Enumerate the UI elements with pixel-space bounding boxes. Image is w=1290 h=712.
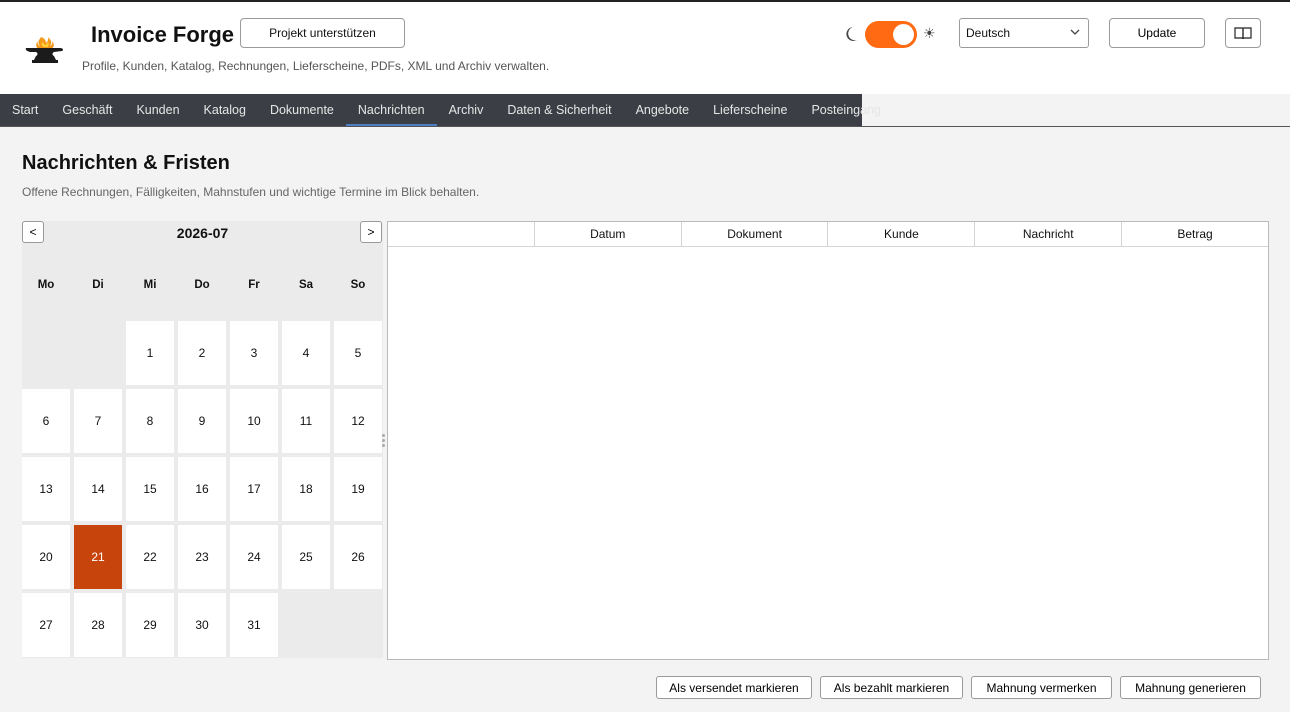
calendar-day[interactable]: 12 — [334, 389, 382, 453]
app-title: Invoice Forge — [91, 22, 235, 47]
anvil-logo-icon — [25, 37, 64, 63]
page-subtitle: Offene Rechnungen, Fälligkeiten, Mahnstu… — [22, 185, 480, 199]
toggle-knob — [893, 24, 914, 45]
tab-nachrichten[interactable]: Nachrichten — [345, 94, 437, 126]
messages-table: Datum Dokument Kunde Nachricht Betrag — [387, 221, 1269, 660]
tab-katalog[interactable]: Katalog — [192, 94, 258, 126]
tab-kunden[interactable]: Kunden — [124, 94, 191, 126]
manual-book-button[interactable] — [1225, 18, 1261, 48]
calendar-day[interactable]: 30 — [178, 593, 226, 657]
calendar-day[interactable]: 28 — [74, 593, 122, 657]
calendar-day[interactable]: 20 — [22, 525, 70, 589]
app-header: Invoice Forge Projekt unterstützen Profi… — [0, 2, 1290, 94]
tab-angebote[interactable]: Angebote — [624, 94, 702, 126]
calendar-day[interactable]: 7 — [74, 389, 122, 453]
main-tab-bar: Start Geschäft Kunden Katalog Dokumente Nachr… — [0, 94, 881, 126]
language-select[interactable]: Deutsch — [959, 18, 1089, 48]
table-header: Datum Dokument Kunde Nachricht Betrag — [388, 222, 1268, 247]
column-header[interactable]: Datum — [533, 222, 681, 246]
calendar-day[interactable]: 17 — [230, 457, 278, 521]
calendar-day[interactable]: 26 — [334, 525, 382, 589]
column-header[interactable]: Betrag — [1121, 222, 1268, 246]
tab-geschäft[interactable]: Geschäft — [50, 94, 124, 126]
weekday-label: Mi — [143, 279, 157, 291]
calendar-day[interactable]: 27 — [22, 593, 70, 657]
book-icon — [1234, 27, 1252, 40]
support-project-button[interactable]: Projekt unterstützen — [240, 18, 405, 48]
sun-icon: ☀ — [923, 26, 936, 42]
calendar-day[interactable]: 19 — [334, 457, 382, 521]
column-header[interactable]: Nachricht — [974, 222, 1121, 246]
column-header[interactable] — [388, 222, 534, 246]
app-subtitle: Profile, Kunden, Katalog, Rechnungen, Li… — [82, 59, 550, 73]
tab-archiv[interactable]: Archiv — [437, 94, 496, 126]
mark-sent-button[interactable]: Als versendet markieren — [656, 676, 812, 699]
calendar-day[interactable]: 2 — [178, 321, 226, 385]
calendar-day[interactable]: 15 — [126, 457, 174, 521]
weekday-label: Sa — [298, 279, 314, 291]
tab-start[interactable]: Start — [0, 94, 50, 126]
calendar-day[interactable]: 5 — [334, 321, 382, 385]
weekday-label: Mo — [37, 279, 55, 291]
calendar-day[interactable]: 13 — [22, 457, 70, 521]
calendar-day[interactable]: 25 — [282, 525, 330, 589]
calendar-day[interactable]: 10 — [230, 389, 278, 453]
calendar-day[interactable]: 29 — [126, 593, 174, 657]
moon-icon — [846, 27, 857, 41]
calendar-day[interactable]: 14 — [74, 457, 122, 521]
calendar-day[interactable]: 31 — [230, 593, 278, 657]
tab-posteingang[interactable]: Posteingang — [799, 94, 893, 126]
calendar-day[interactable]: 9 — [178, 389, 226, 453]
page-title: Nachrichten & Fristen — [22, 152, 230, 174]
calendar-day[interactable]: 16 — [178, 457, 226, 521]
weekday-label: Fr — [248, 279, 260, 291]
chevron-down-icon — [1070, 29, 1080, 35]
calendar-day[interactable]: 11 — [282, 389, 330, 453]
weekday-label: So — [350, 279, 366, 291]
weekday-label: Di — [92, 279, 104, 291]
calendar-day[interactable]: 3 — [230, 321, 278, 385]
column-header[interactable]: Dokument — [680, 222, 828, 246]
calendar-day[interactable]: 1 — [126, 321, 174, 385]
calendar-day[interactable]: 18 — [282, 457, 330, 521]
calendar-day[interactable]: 6 — [22, 389, 70, 453]
calendar-day[interactable]: 8 — [126, 389, 174, 453]
generate-dunning-button[interactable]: Mahnung generieren — [1120, 676, 1261, 699]
theme-toggle[interactable] — [865, 21, 917, 48]
calendar-day[interactable]: 23 — [178, 525, 226, 589]
language-select-value: Deutsch — [966, 26, 1011, 40]
tab-daten-sicherheit[interactable]: Daten & Sicherheit — [495, 94, 623, 126]
calendar-month-label: 2026-07 — [176, 225, 229, 241]
calendar-day[interactable]: 4 — [282, 321, 330, 385]
calendar-day-selected[interactable]: 21 — [74, 525, 122, 589]
update-button[interactable]: Update — [1109, 18, 1205, 48]
calendar-day[interactable]: 22 — [126, 525, 174, 589]
note-dunning-button[interactable]: Mahnung vermerken — [971, 676, 1112, 699]
calendar-day[interactable]: 24 — [230, 525, 278, 589]
tab-bar-divider — [0, 126, 1290, 127]
next-month-button[interactable]: > — [360, 221, 382, 243]
mark-paid-button[interactable]: Als bezahlt markieren — [820, 676, 963, 699]
tab-dokumente[interactable]: Dokumente — [258, 94, 346, 126]
tab-lieferscheine[interactable]: Lieferscheine — [701, 94, 799, 126]
column-header[interactable]: Kunde — [827, 222, 974, 246]
weekday-label: Do — [194, 279, 210, 291]
splitter-handle[interactable] — [382, 434, 386, 448]
calendar: < 2026-07 > Mo Di Mi Do Fr Sa So 1 2 3 4 5 6 7 8 9 10 11 1… — [22, 221, 383, 658]
